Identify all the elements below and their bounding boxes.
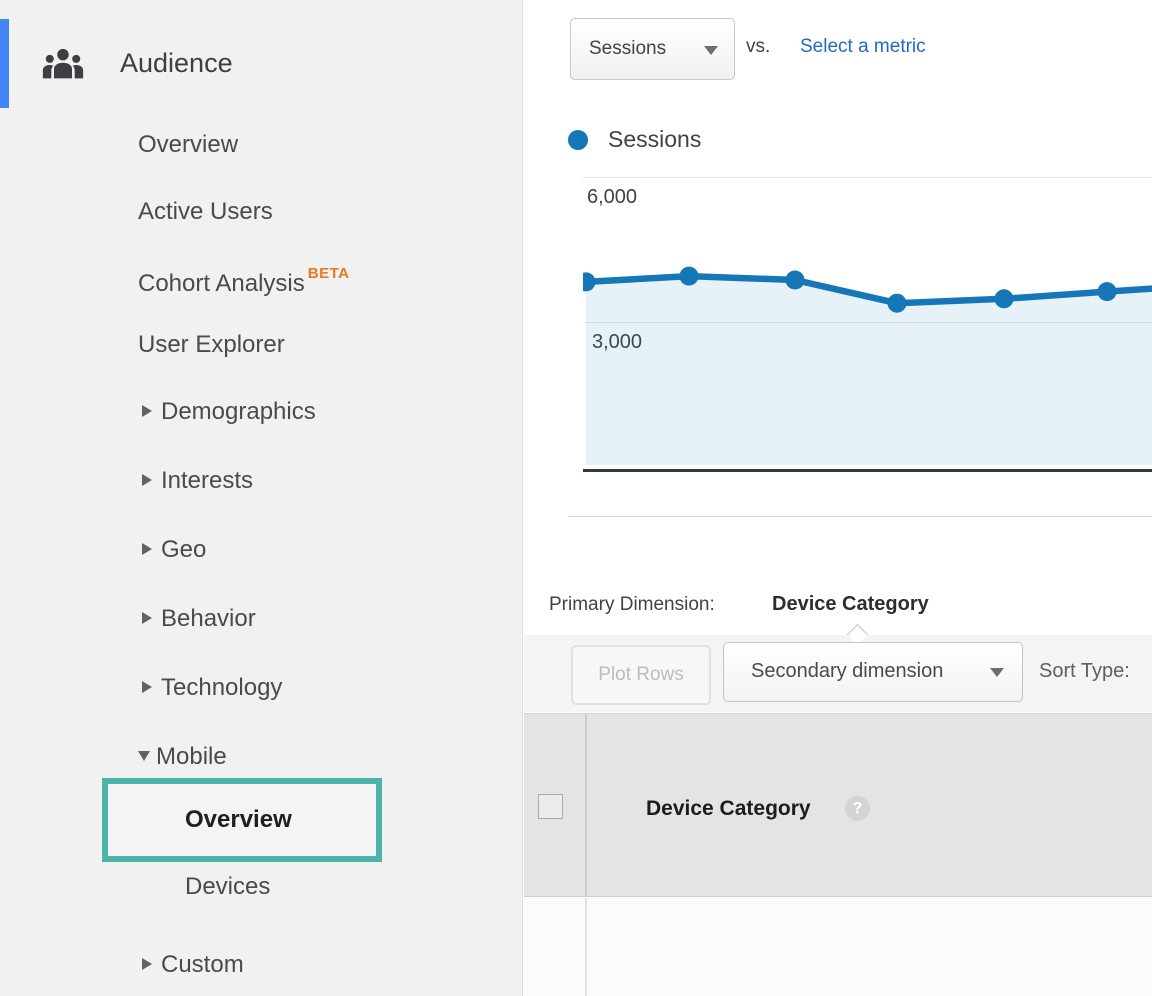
sidebar-item-cohort-analysis[interactable]: Cohort AnalysisBETA	[138, 262, 349, 294]
column-divider	[585, 898, 587, 996]
primary-dimension-value-device-category[interactable]: Device Category	[772, 593, 929, 616]
table-header-row: Device Category ?	[524, 713, 1152, 897]
active-section-accent-bar	[0, 19, 9, 108]
sessions-line-chart[interactable]	[583, 172, 1152, 473]
secondary-dimension-dropdown[interactable]: Secondary dimension	[723, 642, 1023, 702]
sidebar-item-interests[interactable]: Interests	[142, 465, 253, 497]
sidebar-item-geo[interactable]: Geo	[142, 534, 206, 566]
sidebar-item-mobile-devices[interactable]: Devices	[185, 871, 270, 903]
collapsed-arrow-icon	[142, 681, 152, 693]
plot-rows-button[interactable]: Plot Rows	[571, 645, 711, 705]
chart-data-point	[1098, 282, 1117, 301]
chart-data-point	[680, 267, 699, 286]
legend-label: Sessions	[608, 126, 701, 153]
chart-data-point	[888, 294, 907, 313]
chart-data-point	[995, 289, 1014, 308]
sidebar-item-mobile[interactable]: Mobile	[138, 741, 227, 773]
expanded-arrow-icon	[138, 751, 150, 761]
beta-badge: BETA	[308, 265, 350, 282]
select-all-checkbox[interactable]	[538, 794, 563, 819]
sidebar-section-audience[interactable]: Audience	[120, 48, 233, 79]
sidebar-item-overview[interactable]: Overview	[138, 129, 238, 161]
select-a-metric-link[interactable]: Select a metric	[800, 36, 926, 58]
vs-label: vs.	[746, 36, 770, 58]
sidebar-item-demographics[interactable]: Demographics	[142, 396, 316, 428]
device-category-column-header[interactable]: Device Category	[646, 797, 811, 821]
table-row	[524, 898, 1152, 996]
dropdown-caret-icon	[990, 668, 1004, 677]
sidebar-item-mobile-overview-active[interactable]: Overview	[102, 778, 382, 862]
collapsed-arrow-icon	[142, 405, 152, 417]
chart-bottom-divider	[568, 516, 1152, 517]
report-sidebar: Audience Overview Active Users Cohort An…	[0, 0, 523, 996]
legend-dot-icon	[568, 130, 588, 150]
primary-dimension-label: Primary Dimension:	[549, 594, 715, 616]
sidebar-item-active-users[interactable]: Active Users	[138, 196, 273, 228]
metric-selector-dropdown[interactable]: Sessions	[570, 18, 735, 80]
audience-people-icon	[38, 42, 88, 88]
dropdown-caret-icon	[704, 46, 718, 55]
report-content: Sessions vs. Select a metric Sessions 6,…	[524, 0, 1152, 996]
chart-x-axis	[583, 469, 1152, 472]
help-icon[interactable]: ?	[845, 796, 870, 821]
column-divider	[585, 714, 587, 896]
sidebar-item-custom[interactable]: Custom	[142, 949, 244, 981]
sidebar-item-behavior[interactable]: Behavior	[142, 603, 256, 635]
collapsed-arrow-icon	[142, 474, 152, 486]
ga-mobile-overview-screen: { "sidebar": { "section_label": "Audienc…	[0, 0, 1152, 996]
sort-type-label: Sort Type:	[1039, 660, 1130, 683]
collapsed-arrow-icon	[142, 958, 152, 970]
collapsed-arrow-icon	[142, 543, 152, 555]
chart-data-point	[786, 271, 805, 290]
sidebar-item-user-explorer[interactable]: User Explorer	[138, 329, 285, 361]
table-toolbar: Plot Rows Secondary dimension Sort Type:	[524, 635, 1152, 712]
sidebar-item-technology[interactable]: Technology	[142, 672, 282, 704]
collapsed-arrow-icon	[142, 612, 152, 624]
